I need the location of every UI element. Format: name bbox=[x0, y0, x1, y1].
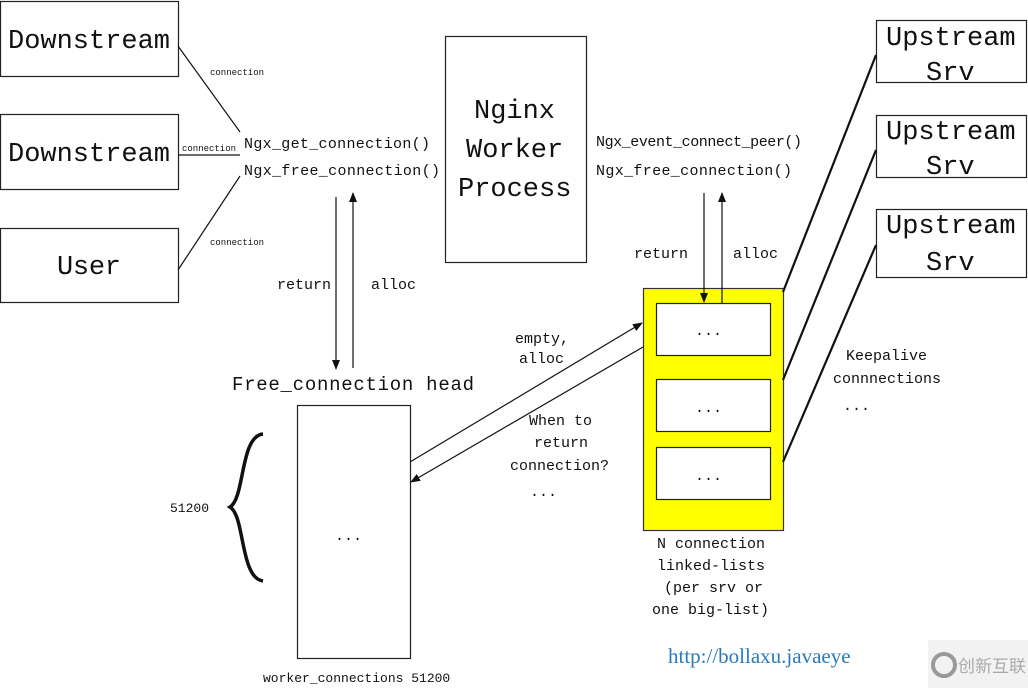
source-url: http://bollaxu.javaeye bbox=[668, 644, 851, 668]
upstream-label: Srv bbox=[926, 153, 975, 183]
free-connection-head-label: Free_connection head bbox=[232, 374, 474, 396]
ellipsis: ... bbox=[843, 398, 870, 415]
return-label: return bbox=[634, 246, 688, 263]
ellipsis: ... bbox=[695, 468, 722, 485]
worker-connections-label: worker_connections 51200 bbox=[263, 671, 450, 686]
alloc-label: alloc bbox=[733, 246, 778, 263]
upstream-server-1: Upstream Srv bbox=[875, 19, 1028, 89]
pool-caption: one big-list) bbox=[652, 602, 769, 619]
free-connection-fn: Ngx_free_connection() bbox=[596, 163, 792, 180]
brace-icon bbox=[226, 432, 264, 583]
upstream-label: Upstream bbox=[886, 212, 1016, 242]
ellipsis: ... bbox=[530, 484, 557, 501]
upstream-server-3: Upstream Srv bbox=[875, 208, 1028, 279]
upstream-label: Upstream bbox=[886, 118, 1016, 148]
keepalive-label: connnections bbox=[833, 371, 941, 388]
keepalive-connection-line bbox=[781, 54, 878, 293]
client-user: User bbox=[0, 227, 180, 304]
ellipsis: ... bbox=[695, 323, 722, 340]
connection-label: connection bbox=[182, 144, 236, 154]
pool-caption: linked-lists bbox=[657, 558, 765, 575]
upstream-label: Srv bbox=[926, 59, 975, 89]
client-downstream-2: Downstream bbox=[0, 113, 180, 191]
nginx-connection-diagram: Downstream Downstream User connection co… bbox=[0, 0, 1028, 688]
worker-label: Worker bbox=[466, 136, 563, 166]
client-label: Downstream bbox=[8, 27, 170, 57]
keepalive-connection-line bbox=[781, 149, 878, 381]
upstream-server-2: Upstream Srv bbox=[875, 114, 1028, 183]
event-connect-peer-fn: Ngx_event_connect_peer() bbox=[596, 134, 802, 151]
keepalive-label: Keepalive bbox=[846, 348, 927, 365]
free-connection-fn: Ngx_free_connection() bbox=[244, 163, 440, 180]
exchange-label: alloc bbox=[519, 351, 564, 368]
exchange-label: return bbox=[534, 435, 588, 452]
get-connection-fn: Ngx_get_connection() bbox=[244, 136, 430, 153]
ellipsis: ... bbox=[335, 528, 362, 545]
return-label: return bbox=[277, 277, 331, 294]
connection-label: connection bbox=[210, 68, 264, 78]
pool-caption: N connection bbox=[657, 536, 765, 553]
client-label: User bbox=[57, 253, 121, 283]
watermark-text: 创新互联 bbox=[958, 657, 1026, 677]
ellipsis: ... bbox=[695, 400, 722, 417]
upstream-label: Upstream bbox=[886, 24, 1016, 54]
exchange-label: connection? bbox=[510, 458, 609, 475]
exchange-label: empty, bbox=[515, 331, 569, 348]
connection-count: 51200 bbox=[170, 501, 209, 516]
nginx-worker-process: Nginx Worker Process bbox=[444, 35, 588, 264]
watermark-logo: 创新互联 bbox=[928, 640, 1028, 688]
upstream-label: Srv bbox=[926, 249, 975, 279]
client-downstream-1: Downstream bbox=[0, 0, 180, 78]
connection-line bbox=[177, 45, 241, 133]
connection-label: connection bbox=[210, 238, 264, 248]
alloc-label: alloc bbox=[371, 277, 416, 294]
worker-label: Nginx bbox=[474, 97, 555, 127]
worker-label: Process bbox=[458, 175, 571, 205]
client-label: Downstream bbox=[8, 140, 170, 170]
connection-line bbox=[177, 175, 241, 271]
exchange-label: When to bbox=[529, 413, 592, 430]
connection-pool: ... ... ... bbox=[642, 287, 785, 532]
pool-caption: (per srv or bbox=[664, 580, 763, 597]
